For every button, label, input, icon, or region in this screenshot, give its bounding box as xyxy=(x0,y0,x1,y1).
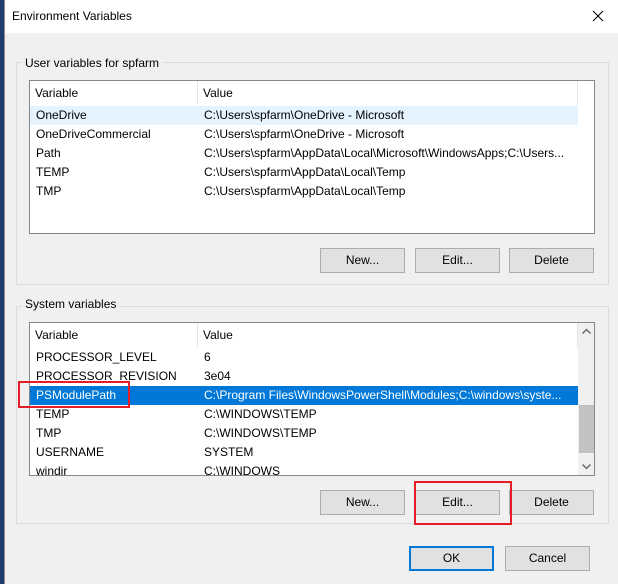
variable-name: TEMP xyxy=(36,165,70,179)
list-item[interactable]: windir C:\WINDOWS xyxy=(30,462,578,476)
user-variables-label: User variables for spfarm xyxy=(22,56,163,70)
variable-value: C:\Users\spfarm\AppData\Local\Microsoft\… xyxy=(204,146,565,160)
cancel-button[interactable]: Cancel xyxy=(505,546,590,571)
close-icon xyxy=(592,10,604,22)
variable-name: OneDriveCommercial xyxy=(36,127,151,141)
column-header-value[interactable]: Value xyxy=(198,323,578,347)
title-bar: Environment Variables xyxy=(5,0,618,33)
system-list-scrollbar[interactable] xyxy=(578,323,594,475)
user-new-button[interactable]: New... xyxy=(320,248,405,273)
column-header-variable[interactable]: Variable xyxy=(30,81,198,105)
column-header-value[interactable]: Value xyxy=(198,81,578,105)
variable-name: windir xyxy=(36,464,68,476)
variable-value: C:\Users\spfarm\OneDrive - Microsoft xyxy=(204,108,405,122)
close-button[interactable] xyxy=(587,5,609,27)
list-item[interactable]: TMP C:\WINDOWS\TEMP xyxy=(30,424,578,443)
variable-name: Path xyxy=(36,146,61,160)
variable-value: C:\Users\spfarm\AppData\Local\Temp xyxy=(204,184,406,198)
chevron-up-icon xyxy=(582,328,591,334)
user-variables-list[interactable]: Variable Value OneDrive C:\Users\spfarm\… xyxy=(29,80,595,234)
system-delete-button[interactable]: Delete xyxy=(509,490,594,515)
column-header-variable[interactable]: Variable xyxy=(30,323,198,347)
variable-name: USERNAME xyxy=(36,445,105,459)
variable-name: OneDrive xyxy=(36,108,87,122)
system-new-button[interactable]: New... xyxy=(320,490,405,515)
variable-value: 6 xyxy=(204,350,211,364)
user-delete-button[interactable]: Delete xyxy=(509,248,594,273)
list-item[interactable]: TEMP C:\Users\spfarm\AppData\Local\Temp xyxy=(30,163,578,182)
scroll-up-button[interactable] xyxy=(578,323,594,340)
chevron-down-icon xyxy=(582,464,591,470)
variable-value: C:\Users\spfarm\OneDrive - Microsoft xyxy=(204,127,405,141)
user-variables-header: Variable Value xyxy=(30,81,578,105)
list-item[interactable]: USERNAME SYSTEM xyxy=(30,443,578,462)
variable-value: C:\Program Files\WindowsPowerShell\Modul… xyxy=(204,388,562,402)
variable-value: SYSTEM xyxy=(204,445,254,459)
system-variables-header: Variable Value xyxy=(30,323,578,347)
variable-value: 3e04 xyxy=(204,369,231,383)
scroll-thumb[interactable] xyxy=(579,405,594,453)
list-item[interactable]: OneDrive C:\Users\spfarm\OneDrive - Micr… xyxy=(30,106,578,125)
ok-button[interactable]: OK xyxy=(409,546,494,571)
annotation-box-psmodulepath xyxy=(18,381,130,408)
variable-value: C:\WINDOWS\TEMP xyxy=(204,426,317,440)
window-title: Environment Variables xyxy=(12,9,132,23)
list-item[interactable]: TMP C:\Users\spfarm\AppData\Local\Temp xyxy=(30,182,578,201)
variable-value: C:\WINDOWS\TEMP xyxy=(204,407,317,421)
variable-name: PROCESSOR_LEVEL xyxy=(36,350,157,364)
variable-value: C:\Users\spfarm\AppData\Local\Temp xyxy=(204,165,406,179)
scroll-down-button[interactable] xyxy=(578,458,594,475)
system-variables-label: System variables xyxy=(22,297,120,311)
variable-value: C:\WINDOWS xyxy=(204,464,280,476)
variable-name: TMP xyxy=(36,184,62,198)
environment-variables-dialog: Environment Variables User variables for… xyxy=(4,0,618,584)
annotation-box-edit-button xyxy=(414,481,512,525)
list-item[interactable]: PROCESSOR_LEVEL 6 xyxy=(30,348,578,367)
user-edit-button[interactable]: Edit... xyxy=(415,248,500,273)
list-item[interactable]: OneDriveCommercial C:\Users\spfarm\OneDr… xyxy=(30,125,578,144)
list-item[interactable]: Path C:\Users\spfarm\AppData\Local\Micro… xyxy=(30,144,578,163)
variable-name: TMP xyxy=(36,426,62,440)
